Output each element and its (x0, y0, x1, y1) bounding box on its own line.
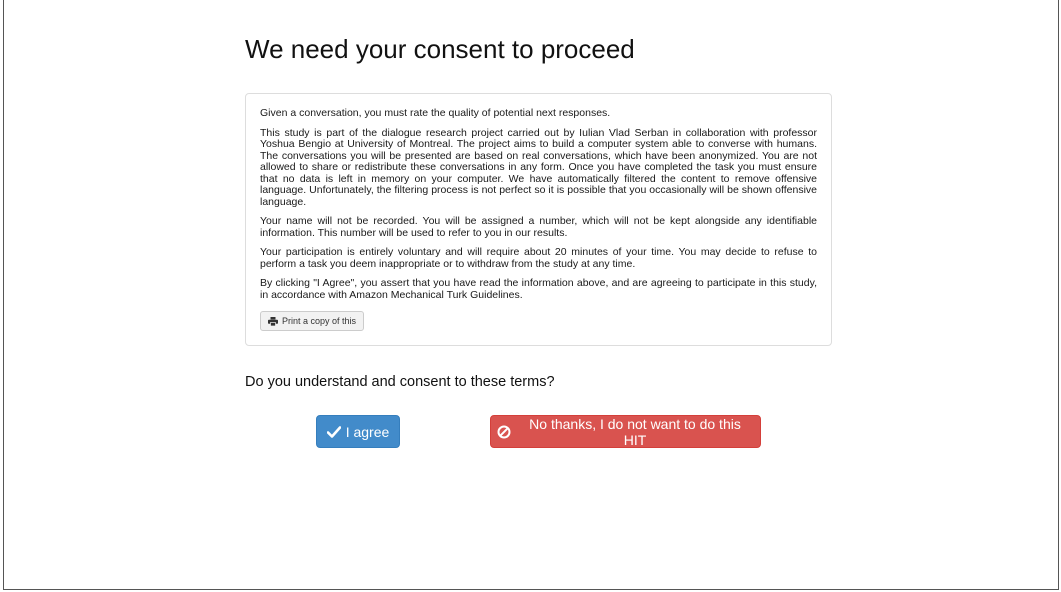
decline-button[interactable]: No thanks, I do not want to do this HIT (490, 415, 761, 448)
consent-paragraph-study: This study is part of the dialogue resea… (260, 126, 817, 208)
decline-label: No thanks, I do not want to do this HIT (529, 415, 741, 448)
consent-paragraph-agreement: By clicking "I Agree", you assert that y… (260, 277, 817, 301)
page-title: We need your consent to proceed (245, 34, 635, 64)
consent-question: Do you understand and consent to these t… (245, 374, 555, 390)
consent-panel: Given a conversation, you must rate the … (245, 93, 832, 346)
consent-paragraph-task: Given a conversation, you must rate the … (260, 107, 611, 119)
agree-label: I agree (345, 423, 390, 440)
print-copy-label: Print a copy of this (282, 316, 357, 326)
ban-icon (497, 425, 511, 439)
printer-icon (268, 316, 278, 326)
print-copy-button[interactable]: Print a copy of this (260, 311, 365, 331)
agree-button[interactable]: I agree (316, 415, 400, 448)
checkmark-icon (326, 425, 341, 438)
consent-paragraph-voluntary: Your participation is entirely voluntary… (260, 246, 817, 270)
consent-paragraph-privacy: Your name will not be recorded. You will… (260, 215, 817, 239)
page-frame: We need your consent to proceed Given a … (3, 0, 1059, 590)
